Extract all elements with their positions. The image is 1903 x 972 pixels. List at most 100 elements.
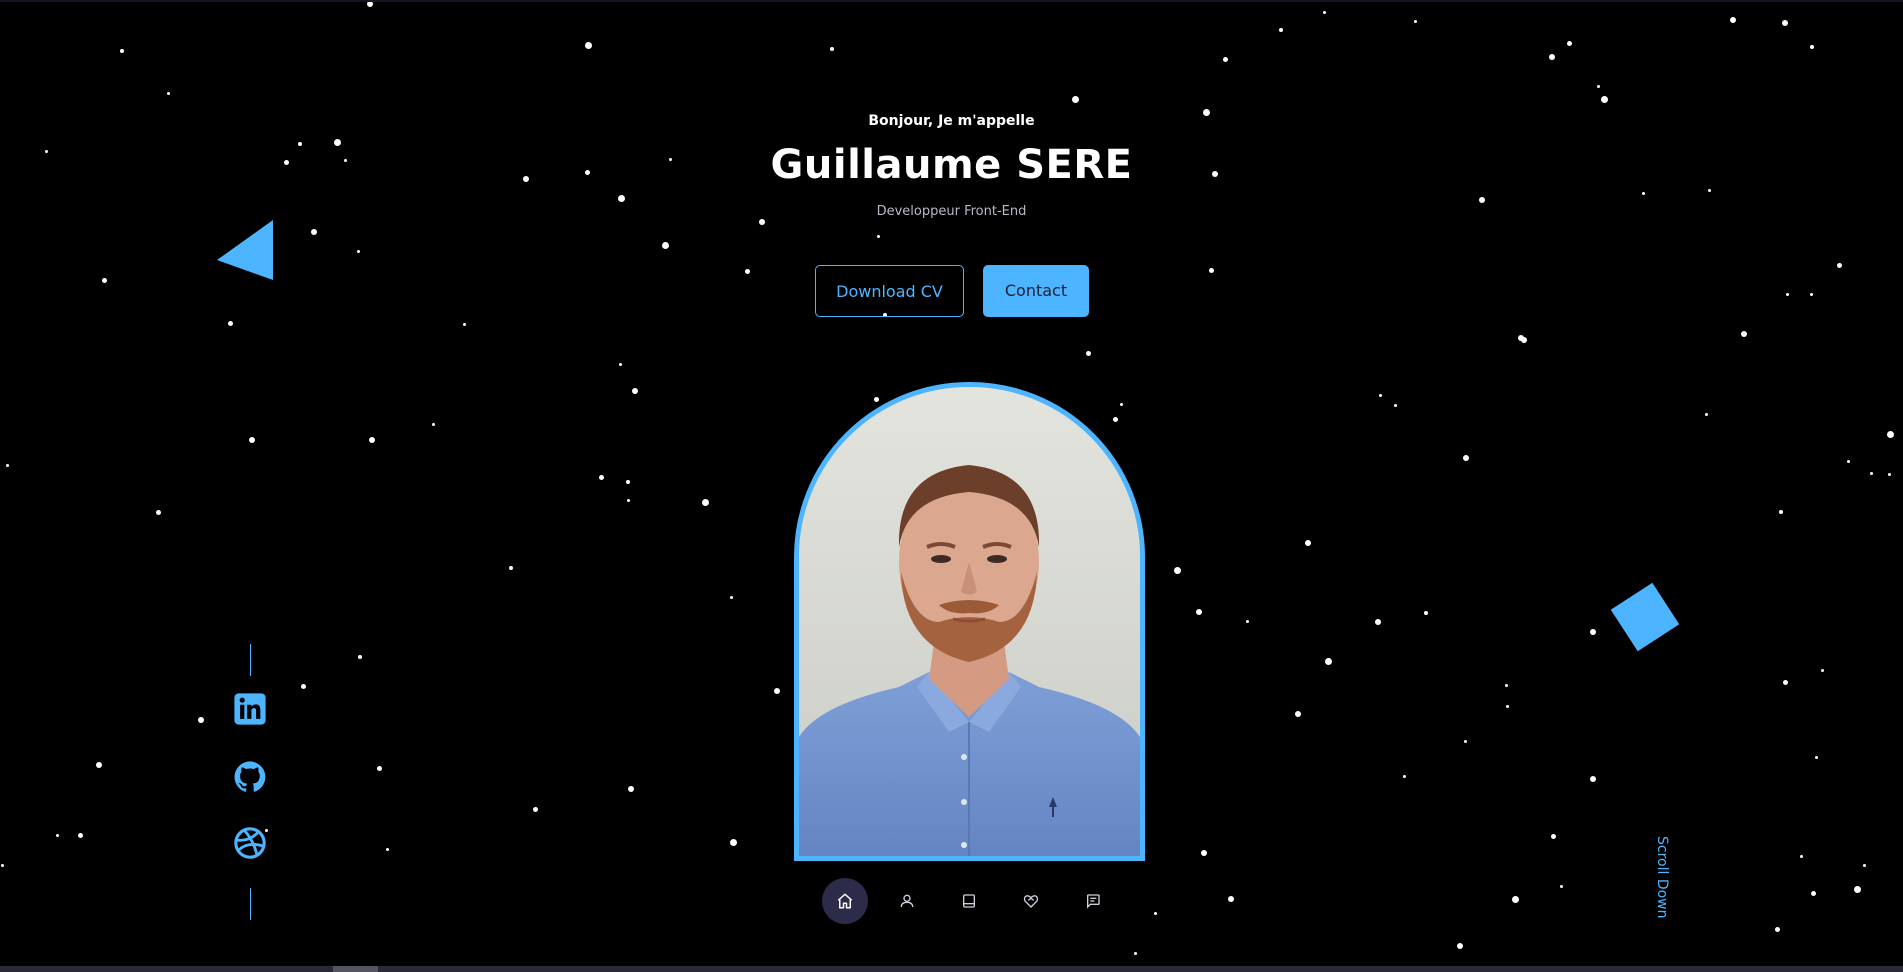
star bbox=[1208, 267, 1214, 273]
user-icon bbox=[900, 894, 914, 908]
hero-name: Guillaume SERE bbox=[770, 142, 1133, 188]
star bbox=[1112, 416, 1118, 422]
star bbox=[1305, 540, 1311, 546]
contact-button[interactable]: Contact bbox=[983, 265, 1089, 317]
star bbox=[1413, 19, 1417, 23]
star bbox=[1222, 56, 1228, 62]
star bbox=[618, 362, 622, 366]
social-bottom-line bbox=[250, 888, 251, 920]
nav-experience[interactable] bbox=[946, 878, 992, 924]
star bbox=[1782, 679, 1788, 685]
book-icon bbox=[963, 894, 975, 908]
star bbox=[1463, 455, 1469, 461]
star bbox=[1479, 197, 1485, 203]
star bbox=[1424, 611, 1428, 615]
star bbox=[1133, 951, 1137, 955]
star bbox=[830, 47, 834, 51]
star bbox=[1779, 510, 1783, 514]
star bbox=[1810, 890, 1816, 896]
github-icon[interactable] bbox=[233, 760, 267, 794]
star bbox=[1846, 459, 1850, 463]
star bbox=[1566, 40, 1572, 46]
star bbox=[1393, 403, 1397, 407]
star bbox=[1590, 629, 1596, 635]
star bbox=[1463, 739, 1467, 743]
star bbox=[96, 762, 102, 768]
star bbox=[1521, 337, 1527, 343]
star bbox=[1559, 884, 1563, 888]
nav-contact[interactable] bbox=[1070, 878, 1116, 924]
star bbox=[55, 833, 59, 837]
home-icon bbox=[837, 893, 853, 909]
star bbox=[227, 320, 233, 326]
star bbox=[1814, 755, 1818, 759]
star bbox=[1201, 850, 1207, 856]
star bbox=[1173, 566, 1181, 574]
star bbox=[1322, 10, 1326, 14]
star bbox=[431, 422, 435, 426]
star bbox=[1196, 609, 1202, 615]
star bbox=[1378, 393, 1382, 397]
star bbox=[1785, 292, 1789, 296]
star bbox=[617, 194, 625, 202]
star bbox=[1810, 45, 1814, 49]
star bbox=[532, 806, 538, 812]
star bbox=[0, 863, 4, 867]
scrollbar-thumb[interactable] bbox=[333, 966, 378, 972]
scroll-down-link[interactable]: Scroll Down bbox=[1654, 836, 1670, 919]
star bbox=[101, 277, 107, 283]
star bbox=[358, 655, 362, 659]
star bbox=[1375, 619, 1381, 625]
nav-home[interactable] bbox=[822, 878, 868, 924]
star bbox=[1511, 895, 1519, 903]
star bbox=[1153, 911, 1157, 915]
star bbox=[744, 268, 750, 274]
nav-services[interactable] bbox=[1008, 878, 1054, 924]
star bbox=[729, 595, 733, 599]
message-icon bbox=[1087, 894, 1100, 909]
top-border bbox=[0, 0, 1903, 2]
star bbox=[701, 498, 709, 506]
star bbox=[1774, 926, 1780, 932]
star bbox=[120, 49, 124, 53]
star bbox=[1071, 95, 1079, 103]
star bbox=[77, 832, 83, 838]
profile-photo bbox=[794, 382, 1145, 861]
star bbox=[1600, 95, 1608, 103]
star bbox=[1295, 711, 1301, 717]
star bbox=[1862, 863, 1866, 867]
star bbox=[1457, 943, 1463, 949]
horizontal-scrollbar[interactable] bbox=[0, 966, 1903, 972]
star bbox=[1799, 854, 1803, 858]
star bbox=[1869, 471, 1873, 475]
star bbox=[626, 480, 630, 484]
star bbox=[311, 229, 317, 235]
diamond-shape bbox=[1610, 582, 1680, 652]
star bbox=[198, 717, 204, 723]
star bbox=[1279, 28, 1283, 32]
star bbox=[759, 219, 765, 225]
star bbox=[1228, 896, 1234, 902]
star bbox=[385, 847, 389, 851]
star bbox=[1590, 776, 1596, 782]
linkedin-icon[interactable] bbox=[233, 692, 267, 726]
services-icon bbox=[1023, 895, 1039, 908]
star bbox=[1085, 350, 1091, 356]
dribbble-icon[interactable] bbox=[233, 826, 267, 860]
star bbox=[1730, 17, 1736, 23]
star bbox=[1549, 54, 1555, 60]
star bbox=[1809, 292, 1813, 296]
star bbox=[249, 437, 255, 443]
star bbox=[1836, 262, 1842, 268]
nav-about[interactable] bbox=[884, 878, 930, 924]
star bbox=[1782, 20, 1788, 26]
star bbox=[1886, 430, 1894, 438]
star bbox=[1707, 188, 1711, 192]
star bbox=[1641, 191, 1645, 195]
star bbox=[462, 322, 466, 326]
star bbox=[598, 474, 604, 480]
download-cv-button[interactable]: Download CV bbox=[815, 265, 964, 317]
star bbox=[1550, 833, 1556, 839]
star bbox=[628, 786, 634, 792]
star bbox=[729, 838, 737, 846]
